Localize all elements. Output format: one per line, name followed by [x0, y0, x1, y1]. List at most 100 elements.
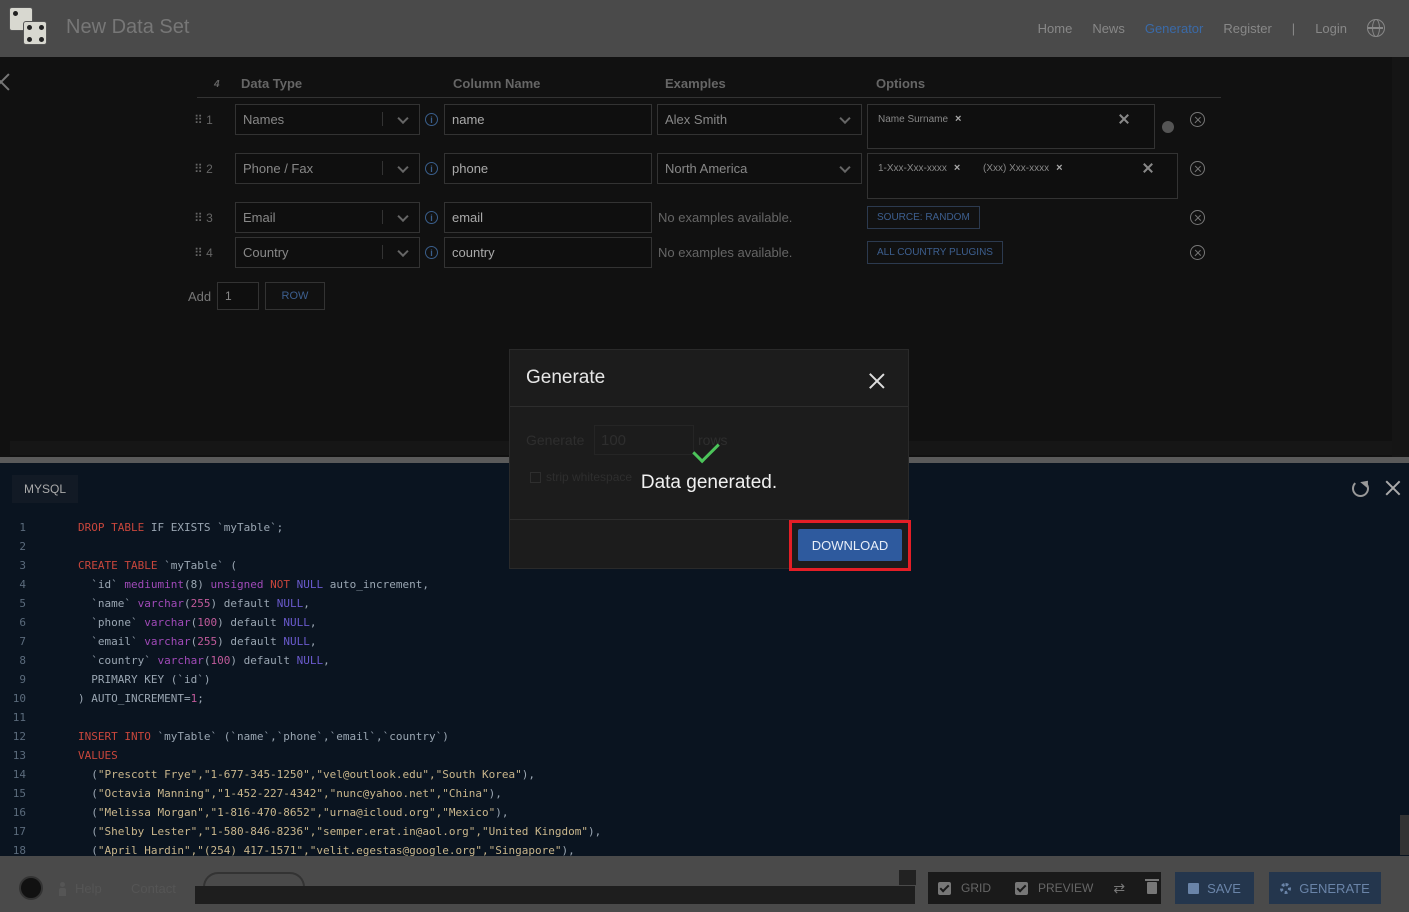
no-examples-text: No examples available.	[658, 245, 793, 260]
row-handle[interactable]: ⠿ 2	[194, 162, 213, 176]
data-type-header: Data Type	[241, 76, 303, 91]
clear-options-icon[interactable]	[1143, 163, 1153, 173]
nav-register[interactable]: Register	[1223, 21, 1271, 36]
row-handle[interactable]: ⠿ 4	[194, 246, 213, 260]
data-type-value: Email	[243, 210, 276, 225]
remove-tag-icon[interactable]: ×	[954, 162, 960, 174]
data-type-select[interactable]: Country	[235, 237, 420, 268]
close-dialog-icon[interactable]	[868, 372, 885, 389]
info-icon[interactable]: i	[425, 246, 438, 259]
dialog-divider	[510, 406, 908, 407]
preview-checkbox[interactable]	[1015, 881, 1028, 895]
examples-select[interactable]: Alex Smith	[657, 104, 862, 135]
info-icon[interactable]: i	[425, 113, 438, 126]
column-name-input[interactable]: name	[444, 104, 652, 135]
contact-link[interactable]: Contact	[131, 881, 176, 896]
export-type-tab[interactable]: MYSQL	[12, 475, 78, 503]
dice-logo-icon[interactable]	[9, 7, 49, 47]
row-handle[interactable]: ⠿ 3	[194, 211, 213, 225]
code-text: ("Octavia Manning","1-452-227-4342","nun…	[78, 787, 502, 800]
examples-header: Examples	[665, 76, 726, 91]
clear-options-icon[interactable]	[1119, 114, 1129, 124]
add-row-button[interactable]: ROW	[265, 282, 325, 310]
close-grid-icon[interactable]	[0, 73, 10, 91]
column-name-input[interactable]: email	[444, 202, 652, 233]
remove-tag-icon[interactable]: ×	[955, 113, 961, 125]
code-text: DROP TABLE IF EXISTS `myTable`;	[78, 521, 284, 534]
line-number: 15	[12, 787, 26, 800]
line-number: 16	[12, 806, 26, 819]
chevron-down-icon	[397, 112, 409, 124]
examples-select[interactable]: North America	[657, 153, 862, 184]
dialog-title: Generate	[526, 367, 606, 388]
code-line: 14 ("Prescott Frye","1-677-345-1250","ve…	[0, 765, 1390, 784]
data-type-select[interactable]: Email	[235, 202, 420, 233]
delete-row-icon[interactable]	[1190, 112, 1205, 127]
nav-generator[interactable]: Generator	[1145, 21, 1204, 36]
close-preview-icon[interactable]	[1385, 480, 1401, 496]
remove-tag-icon[interactable]: ×	[1056, 162, 1062, 174]
option-tag-label: (Xxx) Xxx-xxxx	[983, 162, 1050, 174]
save-button[interactable]: SAVE	[1175, 872, 1254, 904]
chevron-down-icon	[397, 161, 409, 173]
column-name-input[interactable]: country	[444, 237, 652, 268]
footer-bar	[195, 886, 915, 904]
column-name-header: Column Name	[453, 76, 541, 91]
data-type-select[interactable]: Phone / Fax	[235, 153, 420, 184]
name-format-options[interactable]: Name Surname ×	[867, 104, 1155, 149]
nav-news[interactable]: News	[1092, 21, 1125, 36]
code-line: 17 ("Shelby Lester","1-580-846-8236","se…	[0, 822, 1390, 841]
code-editor[interactable]: 1 DROP TABLE IF EXISTS `myTable`; 2 3 CREATE…	[0, 518, 1390, 860]
delete-row-icon[interactable]	[1190, 161, 1205, 176]
success-message: Data generated.	[640, 472, 778, 493]
code-line: 15 ("Octavia Manning","1-452-227-4342","…	[0, 784, 1390, 803]
option-tag-label: Name Surname	[878, 113, 949, 125]
code-text: ("Prescott Frye","1-677-345-1250","vel@o…	[78, 768, 535, 781]
generate-rows-label: Generate	[526, 432, 585, 448]
github-icon[interactable]	[19, 876, 43, 900]
code-scrollbar[interactable]	[1400, 815, 1409, 855]
language-globe-icon[interactable]	[1367, 19, 1385, 37]
data-set-title[interactable]: New Data Set	[66, 16, 189, 39]
grid-vertical-scrollbar[interactable]	[1392, 57, 1409, 457]
line-number: 13	[12, 749, 26, 762]
save-label: SAVE	[1207, 880, 1241, 896]
phone-format-options[interactable]: 1-Xxx-Xxx-xxxx × (Xxx) Xxx-xxxx ×	[867, 153, 1178, 199]
delete-row-icon[interactable]	[1190, 245, 1205, 260]
column-name-input[interactable]: phone	[444, 153, 652, 184]
globe-icon[interactable]	[1162, 121, 1174, 133]
trash-icon[interactable]	[1145, 879, 1160, 894]
row-handle[interactable]: ⠿ 1	[194, 113, 213, 127]
swap-layout-icon[interactable]: ⇄	[1113, 880, 1125, 897]
chevron-down-icon	[839, 161, 851, 173]
footer-square	[899, 870, 916, 885]
grid-checkbox[interactable]	[938, 881, 951, 895]
add-label: Add	[188, 289, 212, 304]
nav-login[interactable]: Login	[1315, 21, 1347, 36]
grid-toggle-label[interactable]: GRID	[961, 881, 991, 895]
refresh-icon[interactable]	[1352, 480, 1369, 497]
nav-home[interactable]: Home	[1038, 21, 1073, 36]
nav-separator: |	[1291, 20, 1296, 36]
line-number: 4	[19, 578, 26, 591]
all-country-plugins-button[interactable]: ALL COUNTRY PLUGINS	[867, 241, 1003, 264]
help-link[interactable]: Help	[58, 881, 102, 896]
data-type-value: Phone / Fax	[243, 161, 314, 176]
floppy-disk-icon	[1188, 882, 1200, 894]
sort-column-header[interactable]: 4	[214, 79, 220, 90]
code-text: `country` varchar(100) default NULL,	[78, 654, 330, 667]
preview-toggle-label[interactable]: PREVIEW	[1038, 881, 1093, 895]
info-icon[interactable]: i	[425, 211, 438, 224]
rows-count-input[interactable]: 100	[594, 425, 694, 455]
data-type-select[interactable]: Names	[235, 104, 420, 135]
generate-button[interactable]: GENERATE	[1269, 872, 1381, 904]
add-rows-count-input[interactable]: 1	[217, 282, 259, 310]
source-random-button[interactable]: SOURCE: RANDOM	[867, 206, 980, 229]
delete-row-icon[interactable]	[1190, 210, 1205, 225]
info-icon[interactable]: i	[425, 162, 438, 175]
code-text: `name` varchar(255) default NULL,	[78, 597, 310, 610]
code-text: VALUES	[78, 749, 118, 762]
code-text: `phone` varchar(100) default NULL,	[78, 616, 317, 629]
line-number: 7	[19, 635, 26, 648]
no-examples-text: No examples available.	[658, 210, 793, 225]
